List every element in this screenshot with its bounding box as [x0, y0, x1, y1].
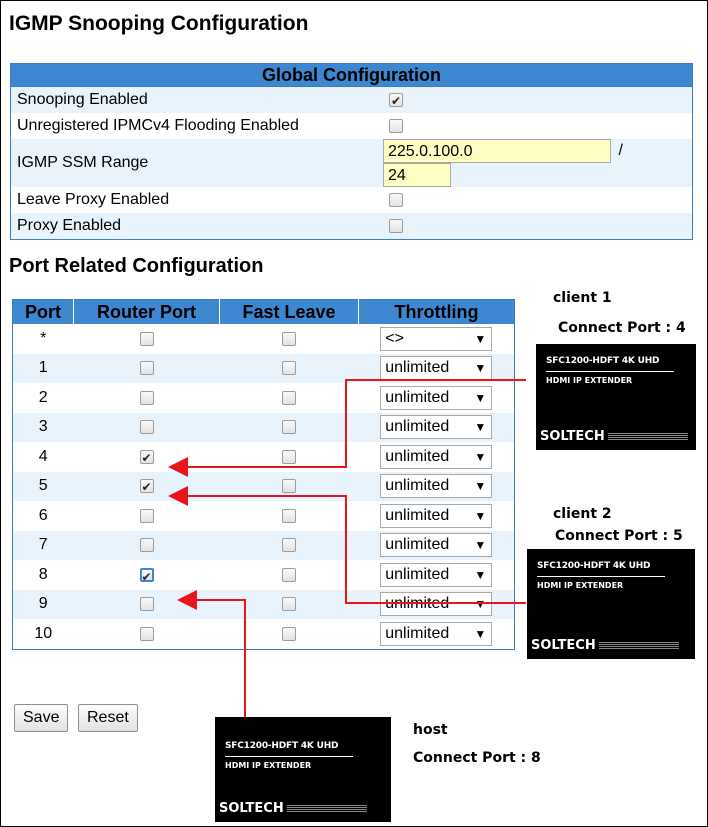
arrow-host-port8	[177, 590, 246, 717]
connection-arrows	[168, 379, 526, 717]
arrow-client1-port4	[168, 379, 526, 477]
arrow-client2-port5	[168, 486, 526, 604]
